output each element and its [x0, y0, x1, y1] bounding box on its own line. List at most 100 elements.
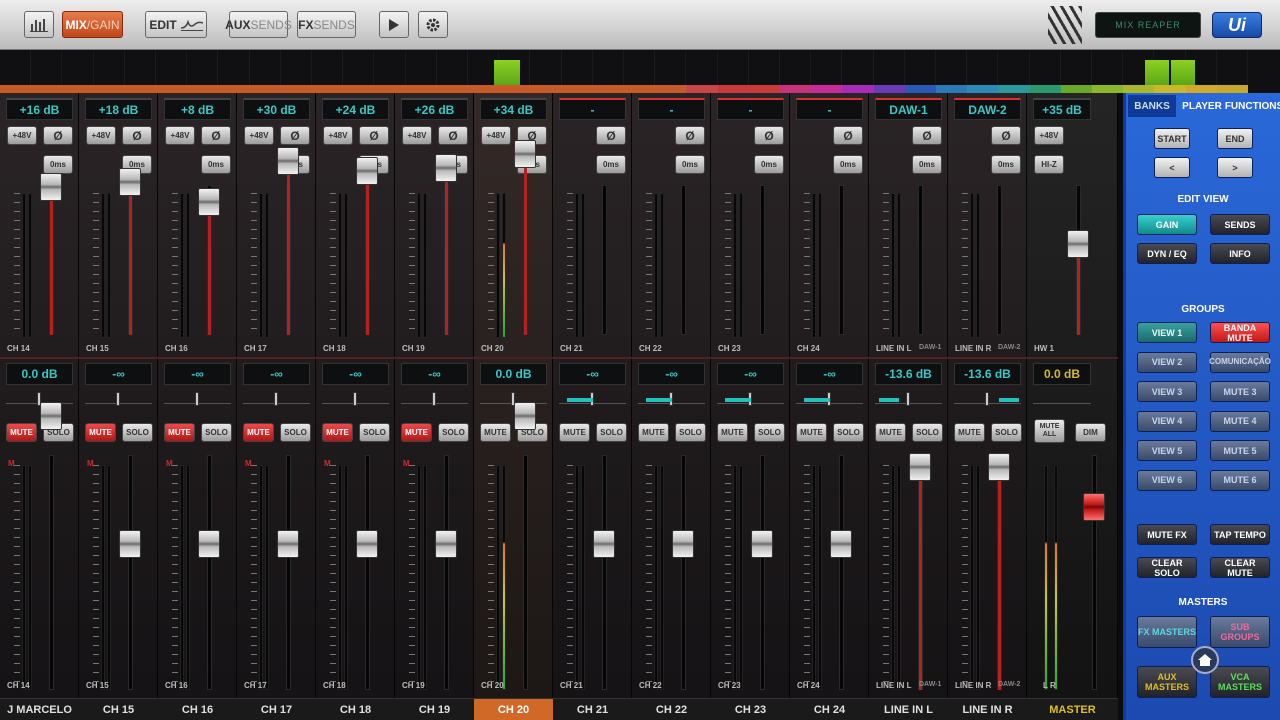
overview-channel-cell[interactable]: [874, 50, 905, 86]
pan-slider[interactable]: [164, 392, 231, 406]
solo-button[interactable]: SOLO: [675, 423, 706, 442]
mute-group-1-button[interactable]: BANDA MUTE: [1210, 322, 1270, 343]
mute-group-5-button[interactable]: MUTE 5: [1210, 440, 1270, 461]
channel-fader[interactable]: [751, 530, 773, 558]
channel-name[interactable]: CH 21: [553, 698, 632, 720]
clear-solo-button[interactable]: CLEAR SOLO: [1137, 557, 1197, 578]
mute-button[interactable]: MUTE: [85, 423, 116, 442]
overview-channel-cell[interactable]: [218, 50, 250, 86]
ui-logo[interactable]: Ui: [1212, 12, 1262, 38]
edit-gain-button[interactable]: GAIN: [1137, 214, 1197, 235]
pan-slider[interactable]: [401, 392, 468, 406]
channel-fader[interactable]: [119, 530, 141, 558]
overview-channel-cell[interactable]: [1061, 50, 1092, 86]
overview-channel-cell[interactable]: [686, 50, 718, 86]
overview-channel-cell[interactable]: [1217, 50, 1248, 86]
channel-fader[interactable]: [198, 530, 220, 558]
volume-display[interactable]: -∞: [401, 363, 468, 385]
volume-display[interactable]: -∞: [164, 363, 231, 385]
master-volume-display[interactable]: 0.0 dB: [1033, 363, 1091, 385]
volume-display[interactable]: -∞: [638, 363, 705, 385]
overview-channel-cell[interactable]: [780, 50, 812, 86]
mute-button[interactable]: MUTE: [243, 423, 274, 442]
overview-channel-cell[interactable]: [842, 50, 874, 86]
channel-fader[interactable]: [988, 453, 1010, 481]
pan-slider[interactable]: [717, 392, 784, 406]
phantom-48v-button[interactable]: +48V: [323, 126, 353, 145]
overview-channel-cell[interactable]: [437, 50, 468, 86]
bank-prev-button[interactable]: <: [1154, 157, 1190, 178]
channel-name[interactable]: J MARCELO: [0, 698, 79, 720]
solo-button[interactable]: SOLO: [991, 423, 1022, 442]
overview-channel-cell[interactable]: [593, 50, 624, 86]
overview-channel-cell[interactable]: [312, 50, 344, 86]
channel-fader[interactable]: [672, 530, 694, 558]
view-4-button[interactable]: VIEW 4: [1137, 410, 1197, 432]
bank-next-button[interactable]: >: [1217, 157, 1253, 178]
phantom-48v-button[interactable]: +48V: [165, 126, 195, 145]
overview-channel-cell[interactable]: [0, 50, 32, 86]
volume-display[interactable]: -∞: [717, 363, 784, 385]
mute-group-2-button[interactable]: COMUNICAÇÃO: [1209, 351, 1271, 373]
phase-invert-button[interactable]: Ø: [675, 126, 705, 145]
solo-button[interactable]: SOLO: [912, 423, 943, 442]
overview-channel-cell[interactable]: [718, 50, 749, 86]
mute-group-3-button[interactable]: MUTE 3: [1210, 381, 1270, 402]
pan-slider[interactable]: [875, 392, 942, 406]
channel-fader[interactable]: [909, 453, 931, 481]
upper-fader[interactable]: [277, 147, 299, 175]
mute-all-button[interactable]: MUTE ALL: [1034, 419, 1065, 443]
fx-masters-button[interactable]: FX MASTERS: [1137, 616, 1197, 648]
phantom-48v-button[interactable]: +48V: [7, 126, 37, 145]
overview-channel-cell[interactable]: [530, 50, 562, 86]
phase-invert-button[interactable]: Ø: [833, 126, 863, 145]
delay-button[interactable]: 0ms: [201, 155, 231, 174]
volume-display[interactable]: -∞: [796, 363, 863, 385]
sub-groups-button[interactable]: SUB GROUPS: [1210, 616, 1270, 648]
overview-channel-cell[interactable]: [187, 50, 219, 86]
tap-tempo-button[interactable]: TAP TEMPO: [1210, 524, 1270, 545]
aux-sends-button[interactable]: AUX SENDS: [225, 11, 292, 38]
gain-display[interactable]: +8 dB: [164, 98, 231, 120]
delay-button[interactable]: 0ms: [596, 155, 626, 174]
home-icon[interactable]: [1191, 646, 1219, 674]
overview-channel-cell[interactable]: [967, 50, 999, 86]
phase-invert-button[interactable]: Ø: [438, 126, 468, 145]
gain-display[interactable]: -: [717, 98, 784, 120]
pan-slider[interactable]: [954, 392, 1021, 406]
mix-gain-button[interactable]: MIX/GAIN: [62, 11, 123, 38]
overview-channel-cell[interactable]: [94, 50, 125, 86]
overview-channel-cell[interactable]: [62, 50, 94, 86]
gain-display[interactable]: +30 dB: [243, 98, 310, 120]
overview-channel-cell[interactable]: [905, 50, 936, 86]
pan-slider[interactable]: [559, 392, 626, 406]
upper-fader[interactable]: [40, 173, 62, 201]
phase-invert-button[interactable]: Ø: [754, 126, 784, 145]
gain-display[interactable]: -: [796, 98, 863, 120]
master-gain-display[interactable]: +35 dB: [1033, 98, 1091, 120]
pan-slider[interactable]: [85, 392, 152, 406]
upper-fader[interactable]: [356, 157, 378, 185]
channel-fader[interactable]: [40, 402, 62, 430]
mute-button[interactable]: MUTE: [717, 423, 748, 442]
solo-button[interactable]: SOLO: [596, 423, 627, 442]
gear-icon[interactable]: [418, 11, 448, 38]
master-name[interactable]: MASTER: [1027, 698, 1118, 720]
master-balance-slider[interactable]: [1033, 396, 1091, 404]
fx-sends-button[interactable]: FX SENDS: [297, 11, 356, 38]
phase-invert-button[interactable]: Ø: [991, 126, 1021, 145]
channel-fader[interactable]: [435, 530, 457, 558]
mute-button[interactable]: MUTE: [480, 423, 511, 442]
mute-fx-button[interactable]: MUTE FX: [1137, 524, 1197, 545]
channel-name[interactable]: CH 19: [395, 698, 474, 720]
tab-banks[interactable]: BANKS: [1128, 95, 1176, 117]
mute-button[interactable]: MUTE: [401, 423, 432, 442]
pan-knob[interactable]: [432, 392, 436, 406]
channel-fader[interactable]: [593, 530, 615, 558]
gain-display[interactable]: DAW-2: [954, 98, 1021, 120]
phase-invert-button[interactable]: Ø: [122, 126, 152, 145]
master-fader[interactable]: [1083, 493, 1105, 521]
phantom-48v-button[interactable]: +48V: [1034, 126, 1064, 145]
overview-channel-cell[interactable]: [1030, 50, 1061, 86]
mute-group-6-button[interactable]: MUTE 6: [1210, 469, 1270, 491]
